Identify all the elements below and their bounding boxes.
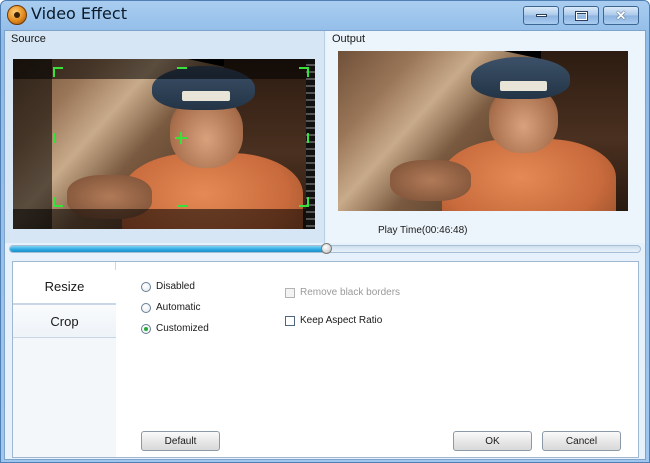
tab-crop[interactable]: Crop: [13, 304, 116, 338]
radio-automatic-label: Automatic: [156, 302, 201, 313]
video-effect-window: Video Effect ✕ Source Output Play Time(0…: [0, 0, 650, 463]
crop-mask-left: [13, 59, 53, 229]
minimize-button[interactable]: [523, 6, 559, 25]
ok-button[interactable]: OK: [453, 431, 532, 451]
radio-customized[interactable]: [141, 323, 151, 334]
maximize-button[interactable]: [563, 6, 599, 25]
output-label: Output: [332, 33, 366, 45]
crop-mask-bottom: [13, 208, 315, 229]
crop-handle-bottom-left[interactable]: [53, 197, 63, 207]
window-title: Video Effect: [31, 4, 127, 23]
crop-settings: Disabled Automatic Customized Remove bla…: [117, 262, 638, 457]
crop-handle-top[interactable]: [177, 67, 187, 69]
source-label: Source: [11, 33, 46, 45]
crop-center-crosshair-vertical[interactable]: [180, 132, 182, 144]
radio-disabled[interactable]: [141, 281, 151, 292]
source-panel: Source: [5, 31, 325, 243]
radio-automatic[interactable]: [141, 302, 151, 313]
remove-black-borders-label: Remove black borders: [300, 287, 401, 298]
timeline-progress: [10, 246, 327, 252]
close-button[interactable]: ✕: [603, 6, 639, 25]
timeline-slider[interactable]: [9, 243, 641, 254]
crop-rectangle[interactable]: [53, 67, 309, 207]
remove-black-borders-option: Remove black borders: [285, 287, 400, 298]
crop-mode-disabled[interactable]: Disabled: [141, 281, 195, 292]
keep-aspect-ratio-option[interactable]: Keep Aspect Ratio: [285, 315, 382, 326]
keep-aspect-ratio-checkbox[interactable]: [285, 315, 295, 326]
timeline-thumb[interactable]: [321, 243, 332, 254]
minimize-icon: [535, 14, 547, 17]
title-bar[interactable]: Video Effect ✕: [1, 1, 649, 29]
output-frame-image: [338, 51, 628, 211]
play-time-readout: Play Time(00:46:48): [378, 225, 468, 236]
keep-aspect-ratio-label: Keep Aspect Ratio: [300, 315, 383, 326]
app-logo-icon: [7, 5, 27, 25]
output-panel: Output Play Time(00:46:48): [326, 31, 645, 243]
effect-tabs: Resize Crop: [13, 262, 116, 457]
tab-resize[interactable]: Resize: [13, 270, 116, 304]
crop-handle-bottom-right[interactable]: [299, 197, 309, 207]
close-icon: ✕: [615, 8, 627, 23]
radio-customized-label: Customized: [156, 323, 209, 334]
maximize-icon: [574, 10, 588, 21]
effect-settings-panel: Resize Crop Disabled Automatic Customize…: [12, 261, 639, 458]
crop-mode-automatic[interactable]: Automatic: [141, 302, 200, 313]
source-video-preview[interactable]: [13, 59, 315, 229]
crop-handle-right[interactable]: [307, 133, 309, 143]
crop-handle-top-right[interactable]: [299, 67, 309, 77]
dialog-body: Source Output Play Time(00:46:48) Resize…: [4, 30, 646, 460]
crop-mode-customized[interactable]: Customized: [141, 323, 209, 334]
crop-handle-left[interactable]: [53, 133, 55, 143]
cancel-button[interactable]: Cancel: [542, 431, 621, 451]
crop-handle-top-left[interactable]: [53, 67, 63, 77]
default-button[interactable]: Default: [141, 431, 220, 451]
crop-handle-bottom[interactable]: [177, 205, 187, 207]
radio-disabled-label: Disabled: [156, 281, 195, 292]
output-video-preview: [338, 51, 628, 211]
remove-black-borders-checkbox: [285, 287, 295, 298]
